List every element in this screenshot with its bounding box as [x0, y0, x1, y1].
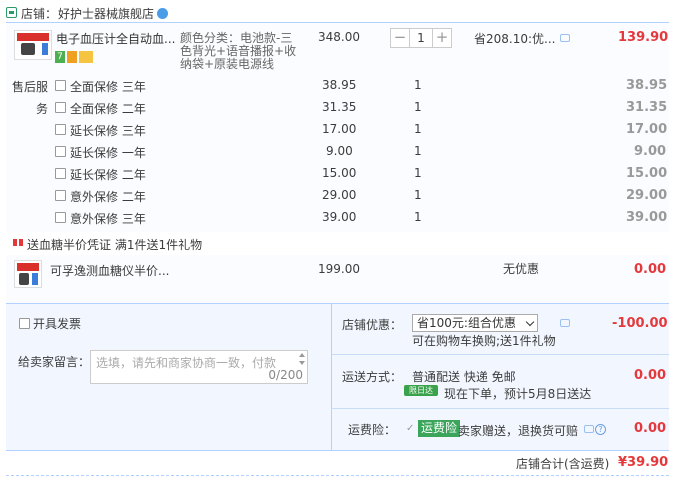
service-qty: 1	[414, 188, 422, 202]
service-total: 38.95	[626, 78, 668, 93]
product-thumbnail[interactable]	[14, 30, 52, 60]
gift-title-link[interactable]: 可孚逸测血糖仪半价...	[50, 262, 169, 279]
shop-total-amount: ¥39.90	[618, 455, 669, 470]
service-name[interactable]: 全面保修 二年	[70, 100, 146, 117]
delivery-method[interactable]: 普通配送 快递 免邮	[412, 368, 516, 385]
qty-increase-button[interactable]: +	[433, 29, 451, 47]
service-name[interactable]: 意外保修 二年	[70, 188, 146, 205]
scroll-arrows-icon	[299, 353, 305, 365]
message-icon[interactable]	[584, 425, 594, 433]
verified-icon	[157, 8, 168, 19]
service-checkbox[interactable]	[55, 168, 66, 179]
guarantee-icon	[67, 51, 77, 63]
service-checkbox[interactable]	[55, 124, 66, 135]
options-divider	[331, 303, 332, 451]
service-name[interactable]: 延长保修 一年	[70, 144, 146, 161]
checkmark-icon: ✓	[406, 423, 415, 434]
shop-icon	[6, 7, 17, 18]
service-name[interactable]: 意外保修 三年	[70, 210, 146, 227]
service-price: 15.00	[322, 166, 357, 180]
message-icon[interactable]	[560, 34, 570, 42]
message-char-count: 0/200	[268, 368, 303, 382]
shop-promo-label: 店铺优惠：	[342, 318, 403, 332]
quantity-stepper: − 1 +	[390, 28, 452, 48]
section-divider	[6, 475, 669, 476]
invoice-checkbox[interactable]	[19, 318, 30, 329]
service-total: 17.00	[626, 122, 668, 137]
service-checkbox[interactable]	[55, 80, 66, 91]
gift-discount: 无优惠	[503, 262, 540, 276]
service-qty: 1	[414, 100, 422, 114]
gift-price: 199.00	[318, 262, 360, 276]
service-checkbox[interactable]	[55, 102, 66, 113]
service-checkbox[interactable]	[55, 190, 66, 201]
service-name[interactable]: 全面保修 三年	[70, 78, 146, 95]
service-price: 38.95	[322, 78, 357, 92]
express-badge: 限日达	[404, 385, 438, 396]
gift-thumbnail[interactable]	[14, 260, 42, 288]
insurance-label: 运费险：	[348, 423, 397, 437]
delivery-eta: 现在下单，预计5月8日送达	[444, 387, 592, 401]
gift-icon	[13, 236, 23, 246]
service-price: 31.35	[322, 100, 357, 114]
service-checkbox[interactable]	[55, 212, 66, 223]
item-subtotal: 139.90	[618, 30, 669, 45]
chevron-down-icon	[525, 317, 535, 327]
service-price: 9.00	[326, 144, 353, 158]
service-total: 39.00	[626, 210, 668, 225]
shop-name-link[interactable]: 好护士器械旗舰店	[58, 5, 154, 22]
service-qty: 1	[414, 78, 422, 92]
help-icon[interactable]: ?	[595, 424, 606, 435]
service-qty: 1	[414, 122, 422, 136]
qty-decrease-button[interactable]: −	[391, 29, 409, 47]
seven-day-return-badge: 7	[55, 51, 65, 63]
insurance-badge: 运费险	[418, 420, 461, 437]
service-price: 17.00	[322, 122, 357, 136]
options-row-divider	[331, 408, 669, 409]
delivery-amount: 0.00	[634, 368, 667, 383]
options-row-divider	[331, 354, 669, 355]
quantity-input[interactable]: 1	[409, 29, 433, 47]
service-label: 售后服	[12, 80, 49, 94]
product-title-link[interactable]: 电子血压计全自动血...	[56, 30, 175, 47]
service-total: 29.00	[626, 188, 668, 203]
service-total: 9.00	[634, 144, 667, 159]
item-discount[interactable]: 省208.10:优...	[474, 30, 555, 47]
unit-price: 348.00	[318, 30, 360, 44]
invoice-label[interactable]: 开具发票	[33, 315, 81, 332]
shop-promo-select[interactable]: 省100元:组合优惠	[412, 314, 538, 332]
card-payment-icon	[79, 51, 93, 63]
sku-line-3: 纳袋+原装电源线	[180, 57, 275, 71]
shop-label: 店铺：	[21, 7, 58, 21]
gift-total: 0.00	[634, 262, 667, 277]
shop-total-label: 店铺合计(含运费)	[516, 457, 610, 471]
service-price: 29.00	[322, 188, 357, 202]
message-placeholder: 选填，请先和商家协商一致，付款	[96, 356, 277, 370]
service-checkbox[interactable]	[55, 146, 66, 157]
insurance-amount: 0.00	[634, 421, 667, 436]
service-price: 39.00	[322, 210, 357, 224]
service-total: 31.35	[626, 100, 668, 115]
shop-promo-note: 可在购物车换购;送1件礼物	[412, 334, 556, 348]
service-qty: 1	[414, 166, 422, 180]
gift-header: 送血糖半价凭证 满1件送1件礼物	[27, 238, 203, 252]
delivery-label: 运送方式：	[342, 370, 403, 384]
service-label-cont: 务	[36, 102, 49, 116]
service-name[interactable]: 延长保修 二年	[70, 166, 146, 183]
service-qty: 1	[414, 210, 422, 224]
service-qty: 1	[414, 144, 422, 158]
service-total: 15.00	[626, 166, 668, 181]
message-icon[interactable]	[560, 319, 570, 327]
insurance-text: 卖家赠送，退换货可赔	[458, 424, 579, 438]
seller-message-input[interactable]: 选填，请先和商家协商一致，付款 0/200	[90, 350, 308, 384]
service-name[interactable]: 延长保修 三年	[70, 122, 146, 139]
message-label: 给卖家留言：	[18, 355, 91, 369]
shop-promo-amount: -100.00	[612, 316, 668, 331]
shop-promo-selected: 省100元:组合优惠	[417, 316, 516, 330]
